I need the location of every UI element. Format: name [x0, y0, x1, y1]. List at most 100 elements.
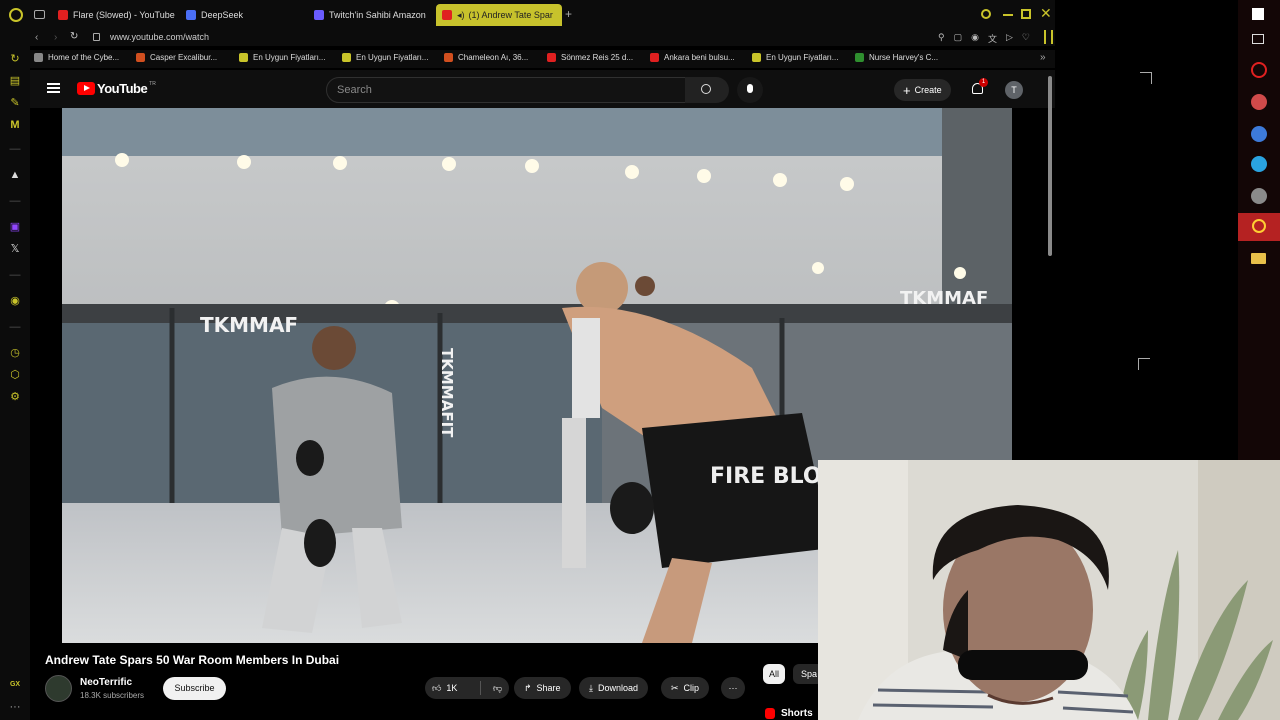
channel-name[interactable]: NeoTerrific [80, 677, 132, 688]
opera-right-sidebar [1238, 0, 1280, 460]
discord-icon[interactable] [1251, 188, 1267, 204]
history-icon[interactable]: ◷ [9, 347, 21, 359]
reload-icon[interactable]: ↻ [70, 31, 78, 42]
more-horiz-icon: ··· [728, 683, 738, 693]
x-icon[interactable]: 𝕏 [9, 243, 21, 255]
youtube-logo-text: YouTube [97, 81, 148, 96]
news-icon[interactable]: ▤ [9, 75, 21, 87]
opera-menu-icon[interactable] [9, 8, 23, 22]
tab-3-active[interactable]: ◂) (1) Andrew Tate Spar [436, 4, 562, 26]
bookmark-item[interactable]: Chameleon Aı, 36... [444, 53, 528, 62]
youtube-logo[interactable]: YouTube TR [77, 81, 156, 96]
download-label: Download [597, 683, 639, 693]
forward-icon[interactable]: › [54, 32, 57, 43]
bookmark-item[interactable]: Nurse Harvey's C... [855, 53, 938, 62]
share-icon: ↱ [524, 682, 532, 693]
bookmark-item[interactable]: Ankara beni bulsu... [650, 53, 735, 62]
panel-icon[interactable] [1252, 34, 1264, 44]
twitch-favicon-icon [314, 10, 324, 20]
subscribe-button[interactable]: Subscribe [163, 677, 226, 700]
back-icon[interactable]: ‹ [35, 32, 38, 43]
search-tabs-icon[interactable] [981, 9, 991, 19]
record-icon[interactable] [1251, 62, 1267, 78]
more-icon[interactable]: ··· [9, 701, 21, 713]
media-icon[interactable]: M [9, 119, 21, 131]
settings-icon[interactable]: ⚙ [9, 391, 21, 403]
edit-icon[interactable]: ✎ [9, 97, 21, 109]
extensions-icon[interactable]: ⬡ [9, 369, 21, 381]
bookmark-favicon-icon [136, 53, 145, 62]
windows-start-icon[interactable] [1252, 8, 1264, 20]
bookmark-label: Chameleon Aı, 36... [458, 53, 529, 62]
refresh-sidebar-icon[interactable]: ↻ [9, 53, 21, 65]
bookmark-item[interactable]: En Uygun Fiyatları... [752, 53, 838, 62]
divider-icon: — [9, 321, 21, 333]
shorts-label: Shorts [781, 708, 813, 719]
download-button[interactable]: ⤓ Download [579, 677, 649, 699]
shorts-heading: Shorts [765, 708, 813, 719]
snapshot-icon[interactable]: ▢ [954, 32, 963, 45]
tab-0[interactable]: Flare (Slowed) - YouTube [52, 4, 178, 26]
address-actions: ⚲ ▢ ◉ 文 ▷ ♡ [938, 32, 1030, 45]
avatar[interactable]: T [1005, 81, 1023, 99]
thumbs-up-icon: 👍︎ [432, 682, 442, 693]
bookmark-item[interactable]: Casper Excalibur... [136, 53, 217, 62]
subscriber-count: 18.3K subscribers [80, 691, 145, 700]
aria-icon[interactable]: ▲ [9, 169, 21, 181]
opera-gx-active-icon[interactable] [1238, 213, 1280, 241]
tab-1[interactable]: DeepSeek [180, 4, 305, 26]
tab-2[interactable]: Twitch'in Sahibi Amazon [308, 4, 434, 26]
vpn-icon[interactable]: ◉ [971, 32, 979, 45]
bookmark-item[interactable]: En Uygun Fiyatları... [239, 53, 325, 62]
share-button[interactable]: ↱ Share [514, 677, 571, 699]
twitch-icon[interactable]: ▣ [9, 221, 21, 233]
gx-label: GX [9, 681, 21, 688]
search-input[interactable]: Search [326, 77, 716, 103]
search-button[interactable] [685, 77, 729, 103]
chip-all[interactable]: All [763, 664, 785, 684]
bookmark-label: Casper Excalibur... [150, 53, 218, 62]
more-actions-button[interactable]: ··· [721, 677, 745, 699]
clip-button[interactable]: ✂ Clip [661, 677, 710, 699]
plus-icon: + [903, 82, 911, 98]
telegram-icon[interactable] [1251, 156, 1267, 172]
workspace-icon[interactable] [34, 10, 45, 19]
hamburger-menu-icon[interactable] [47, 83, 60, 93]
create-button[interactable]: + Create [894, 79, 951, 101]
bookmark-label: Home of the Cybe... [48, 53, 120, 62]
bookmarks-overflow-icon[interactable]: » [1040, 52, 1046, 63]
maximize-icon[interactable] [1021, 9, 1031, 19]
pin-icon[interactable]: ⚲ [938, 32, 945, 45]
like-button[interactable]: 👍︎ 1K [425, 683, 475, 694]
player-sidebar-icon[interactable]: ◉ [9, 295, 21, 307]
chrome-icon[interactable] [1251, 94, 1267, 110]
tab-label: (1) Andrew Tate Spar [468, 10, 553, 20]
bookmark-label: En Uygun Fiyatları... [356, 53, 429, 62]
bookmark-item[interactable]: Home of the Cybe... [34, 53, 119, 62]
bookmark-item[interactable]: En Uygun Fiyatları... [342, 53, 428, 62]
steam-icon[interactable] [1251, 126, 1267, 142]
dislike-button[interactable]: 👎︎ [486, 683, 502, 694]
bookmark-label: Ankara beni bulsu... [664, 53, 735, 62]
player-icon[interactable]: ▷ [1006, 32, 1013, 45]
close-window-icon[interactable]: ✕ [1040, 6, 1052, 20]
folder-icon[interactable] [1251, 253, 1266, 264]
divider-icon: — [9, 143, 21, 155]
heart-icon[interactable]: ♡ [1022, 32, 1030, 45]
url-field[interactable]: www.youtube.com/watch [110, 32, 209, 42]
bookmark-label: En Uygun Fiyatları... [766, 53, 839, 62]
voice-search-button[interactable] [737, 77, 763, 103]
minimize-icon[interactable] [1003, 14, 1013, 16]
site-info-icon[interactable] [93, 33, 100, 41]
page-scrollbar[interactable] [1048, 76, 1052, 256]
bookmark-item[interactable]: Sönmez Reis 25 d... [547, 53, 633, 62]
notifications-button[interactable]: 1 [970, 78, 988, 97]
translate-icon[interactable]: 文 [988, 32, 997, 45]
address-bar: ‹ › ↻ www.youtube.com/watch ⚲ ▢ ◉ 文 ▷ ♡ [0, 30, 1055, 46]
youtube-favicon-icon [58, 10, 68, 20]
like-dislike-group: 👍︎ 1K 👎︎ [425, 677, 509, 699]
new-tab-button[interactable]: + [565, 8, 572, 20]
channel-avatar[interactable] [45, 675, 72, 702]
side-panel-toggle-icon[interactable] [1044, 30, 1053, 44]
youtube-favicon-icon [442, 10, 452, 20]
